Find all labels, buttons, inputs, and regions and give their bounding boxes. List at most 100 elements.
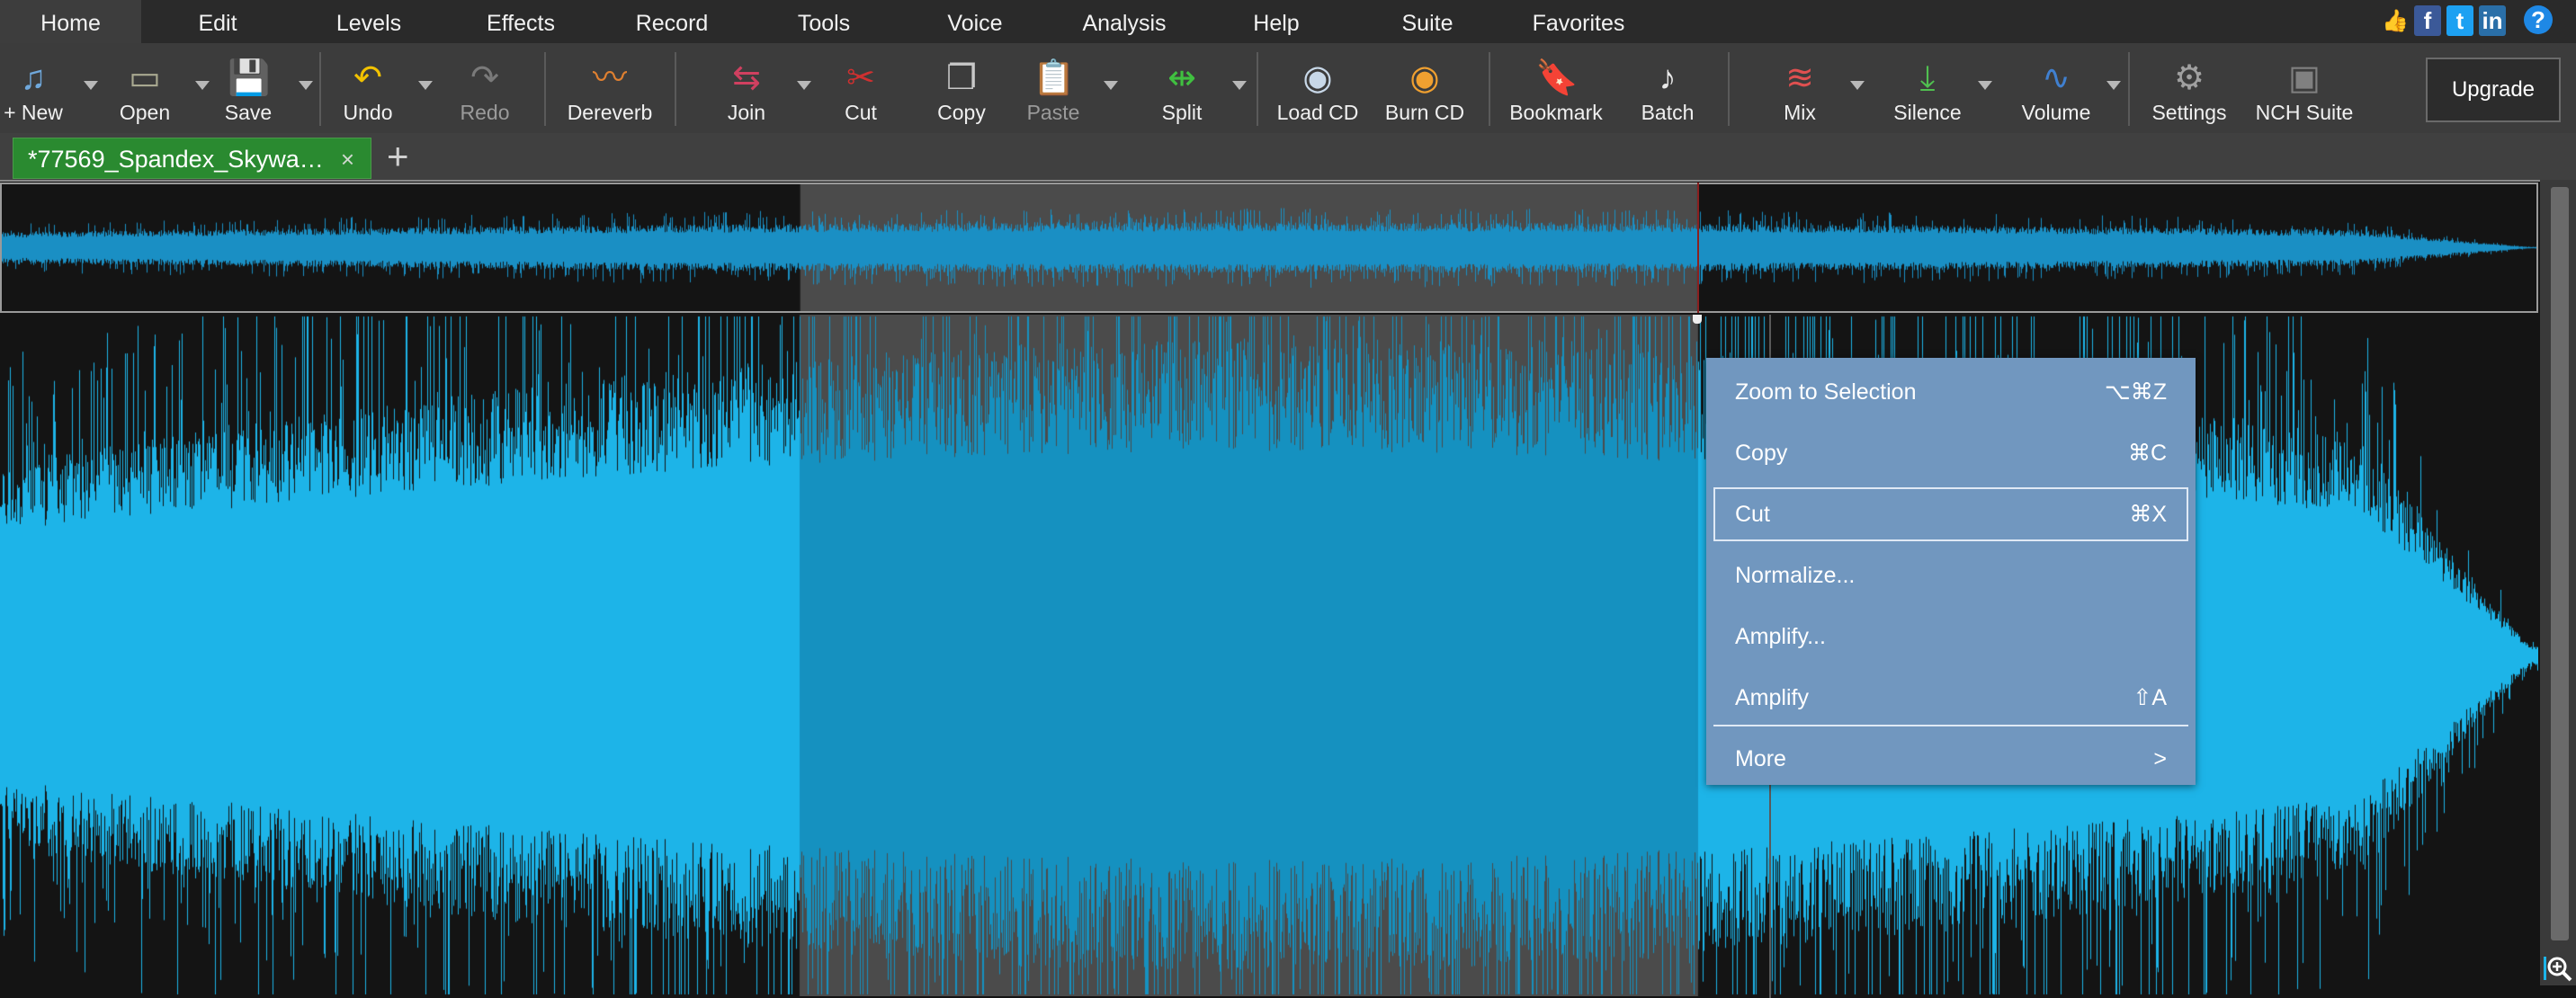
zoom-button[interactable] — [2540, 949, 2576, 985]
menu-item-label: Amplify — [1735, 685, 1809, 710]
mix-dropdown-caret-icon[interactable] — [1850, 81, 1865, 90]
menu-item-label: Copy — [1735, 441, 1788, 466]
dereverb-button[interactable]: 〰 Dereverb — [560, 43, 659, 133]
waveform-overview[interactable] — [0, 183, 2538, 313]
context-menu-item-amplify[interactable]: Amplify... — [1706, 610, 2196, 664]
mix-button[interactable]: ≋ Mix — [1750, 43, 1849, 133]
split-dropdown-caret-icon[interactable] — [1232, 81, 1247, 90]
volume-icon: ∿ — [2042, 59, 2071, 97]
menu-tab-record[interactable]: Record — [618, 0, 726, 43]
burn-cd-button[interactable]: ◉ Burn CD — [1375, 43, 1474, 133]
volume-button[interactable]: ∿ Volume — [2007, 43, 2106, 133]
bookmark-button[interactable]: 🔖 Bookmark — [1507, 43, 1606, 133]
load-cd-icon: ◉ — [1302, 59, 1333, 97]
facebook-icon[interactable]: f — [2414, 5, 2441, 36]
zoom-in-icon — [2544, 957, 2572, 982]
add-tab-button[interactable]: + — [387, 135, 409, 178]
nch-suite-icon: ▣ — [2288, 59, 2321, 97]
overview-waveform — [2, 184, 2536, 311]
menu-bar: Home Edit Levels Effects Record Tools Vo… — [0, 0, 2576, 43]
toolbar: Upgrade ♫ + New ▭ Open 💾 Save ↶ Undo ↷ Redo 〰 Derev… — [0, 43, 2576, 133]
context-menu-item-cut[interactable]: Cut ⌘X — [1713, 487, 2188, 541]
menu-tab-help[interactable]: Help — [1222, 0, 1330, 43]
menu-tab-favorites[interactable]: Favorites — [1502, 0, 1655, 43]
join-dropdown-caret-icon[interactable] — [797, 81, 811, 90]
close-tab-icon[interactable]: × — [341, 138, 354, 180]
join-icon: ⇆ — [732, 59, 761, 97]
nch-suite-button[interactable]: ▣ NCH Suite — [2255, 43, 2354, 133]
upgrade-button[interactable]: Upgrade — [2426, 58, 2561, 122]
undo-button[interactable]: ↶ Undo — [318, 43, 417, 133]
undo-label: Undo — [343, 101, 393, 124]
join-button[interactable]: ⇆ Join — [697, 43, 796, 133]
menu-tab-voice[interactable]: Voice — [921, 0, 1029, 43]
menu-item-shortcut: ⌥⌘Z — [2104, 379, 2167, 405]
context-menu-item-more[interactable]: More > — [1706, 732, 2196, 786]
settings-icon: ⚙ — [2173, 59, 2205, 97]
help-icon[interactable]: ? — [2524, 5, 2553, 34]
menu-tab-tools[interactable]: Tools — [770, 0, 878, 43]
submenu-arrow-icon: > — [2153, 746, 2167, 771]
undo-dropdown-caret-icon[interactable] — [418, 81, 433, 90]
menu-item-label: Zoom to Selection — [1735, 379, 1917, 405]
mix-label: Mix — [1784, 101, 1816, 124]
save-label: Save — [224, 101, 273, 124]
split-label: Split — [1161, 101, 1203, 124]
menu-tab-edit[interactable]: Edit — [164, 0, 272, 43]
settings-button[interactable]: ⚙ Settings — [2140, 43, 2239, 133]
context-menu-item-copy[interactable]: Copy ⌘C — [1706, 426, 2196, 480]
split-button[interactable]: ⇹ Split — [1132, 43, 1231, 133]
redo-icon: ↷ — [470, 59, 499, 97]
dereverb-icon: 〰 — [592, 59, 627, 97]
save-dropdown-caret-icon[interactable] — [299, 81, 313, 90]
undo-icon: ↶ — [353, 59, 382, 97]
split-icon: ⇹ — [1167, 59, 1196, 97]
file-tab[interactable]: *77569_Spandex_Skywa… × — [13, 138, 371, 179]
twitter-icon[interactable]: t — [2446, 5, 2473, 36]
batch-icon: ♪ — [1659, 59, 1677, 97]
menu-tab-effects[interactable]: Effects — [467, 0, 575, 43]
silence-dropdown-caret-icon[interactable] — [1978, 81, 1992, 90]
menu-item-shortcut: ⌘X — [2129, 502, 2167, 527]
burn-cd-icon: ◉ — [1409, 59, 1440, 97]
paste-icon: 📋 — [1033, 59, 1076, 97]
open-button[interactable]: ▭ Open — [95, 43, 194, 133]
social-links: 👍 f t in? — [2382, 5, 2553, 36]
silence-button[interactable]: ⤓ Silence — [1878, 43, 1977, 133]
volume-label: Volume — [2021, 101, 2091, 124]
menu-item-label: Cut — [1735, 502, 1770, 527]
scrollbar-thumb[interactable] — [2551, 187, 2569, 940]
menu-tab-home[interactable]: Home — [0, 0, 141, 43]
redo-label: Redo — [460, 101, 510, 124]
menu-tab-analysis[interactable]: Analysis — [1070, 0, 1178, 43]
save-button[interactable]: 💾 Save — [199, 43, 298, 133]
nch-suite-label: NCH Suite — [2255, 101, 2354, 124]
menu-tab-suite[interactable]: Suite — [1373, 0, 1481, 43]
menu-item-label: More — [1735, 746, 1786, 771]
like-icon[interactable]: 👍 — [2382, 5, 2409, 36]
paste-dropdown-caret-icon[interactable] — [1104, 81, 1118, 90]
file-tab-title: *77569_Spandex_Skywa… — [28, 146, 324, 173]
selection-end-marker — [1697, 183, 1699, 313]
silence-label: Silence — [1893, 101, 1962, 124]
menu-item-shortcut: ⌘C — [2127, 441, 2167, 466]
context-menu-item-zoom-to-selection[interactable]: Zoom to Selection ⌥⌘Z — [1706, 365, 2196, 419]
menu-item-label: Normalize... — [1735, 563, 1856, 588]
playhead-marker[interactable] — [1693, 315, 1702, 324]
menu-item-shortcut: ⇧A — [2133, 685, 2167, 710]
volume-dropdown-caret-icon[interactable] — [2106, 81, 2121, 90]
burn-cd-label: Burn CD — [1384, 101, 1465, 124]
context-menu-item-amplify[interactable]: Amplify ⇧A — [1706, 671, 2196, 725]
vertical-scrollbar[interactable] — [2540, 180, 2576, 953]
context-menu-item-normalize[interactable]: Normalize... — [1706, 548, 2196, 602]
context-menu: Zoom to Selection ⌥⌘Z Copy ⌘C Cut ⌘X Normalize… — [1706, 358, 2196, 785]
menu-tab-levels[interactable]: Levels — [315, 0, 423, 43]
linkedin-icon[interactable]: in — [2479, 5, 2506, 36]
redo-button[interactable]: ↷ Redo — [435, 43, 534, 133]
batch-button[interactable]: ♪ Batch — [1618, 43, 1717, 133]
new-button[interactable]: ♫ + New — [0, 43, 83, 133]
file-tab-bar: *77569_Spandex_Skywa… × + — [0, 133, 2576, 182]
paste-button[interactable]: 📋 Paste — [1004, 43, 1103, 133]
copy-icon: ❐ — [945, 59, 978, 97]
load-cd-button[interactable]: ◉ Load CD — [1268, 43, 1367, 133]
